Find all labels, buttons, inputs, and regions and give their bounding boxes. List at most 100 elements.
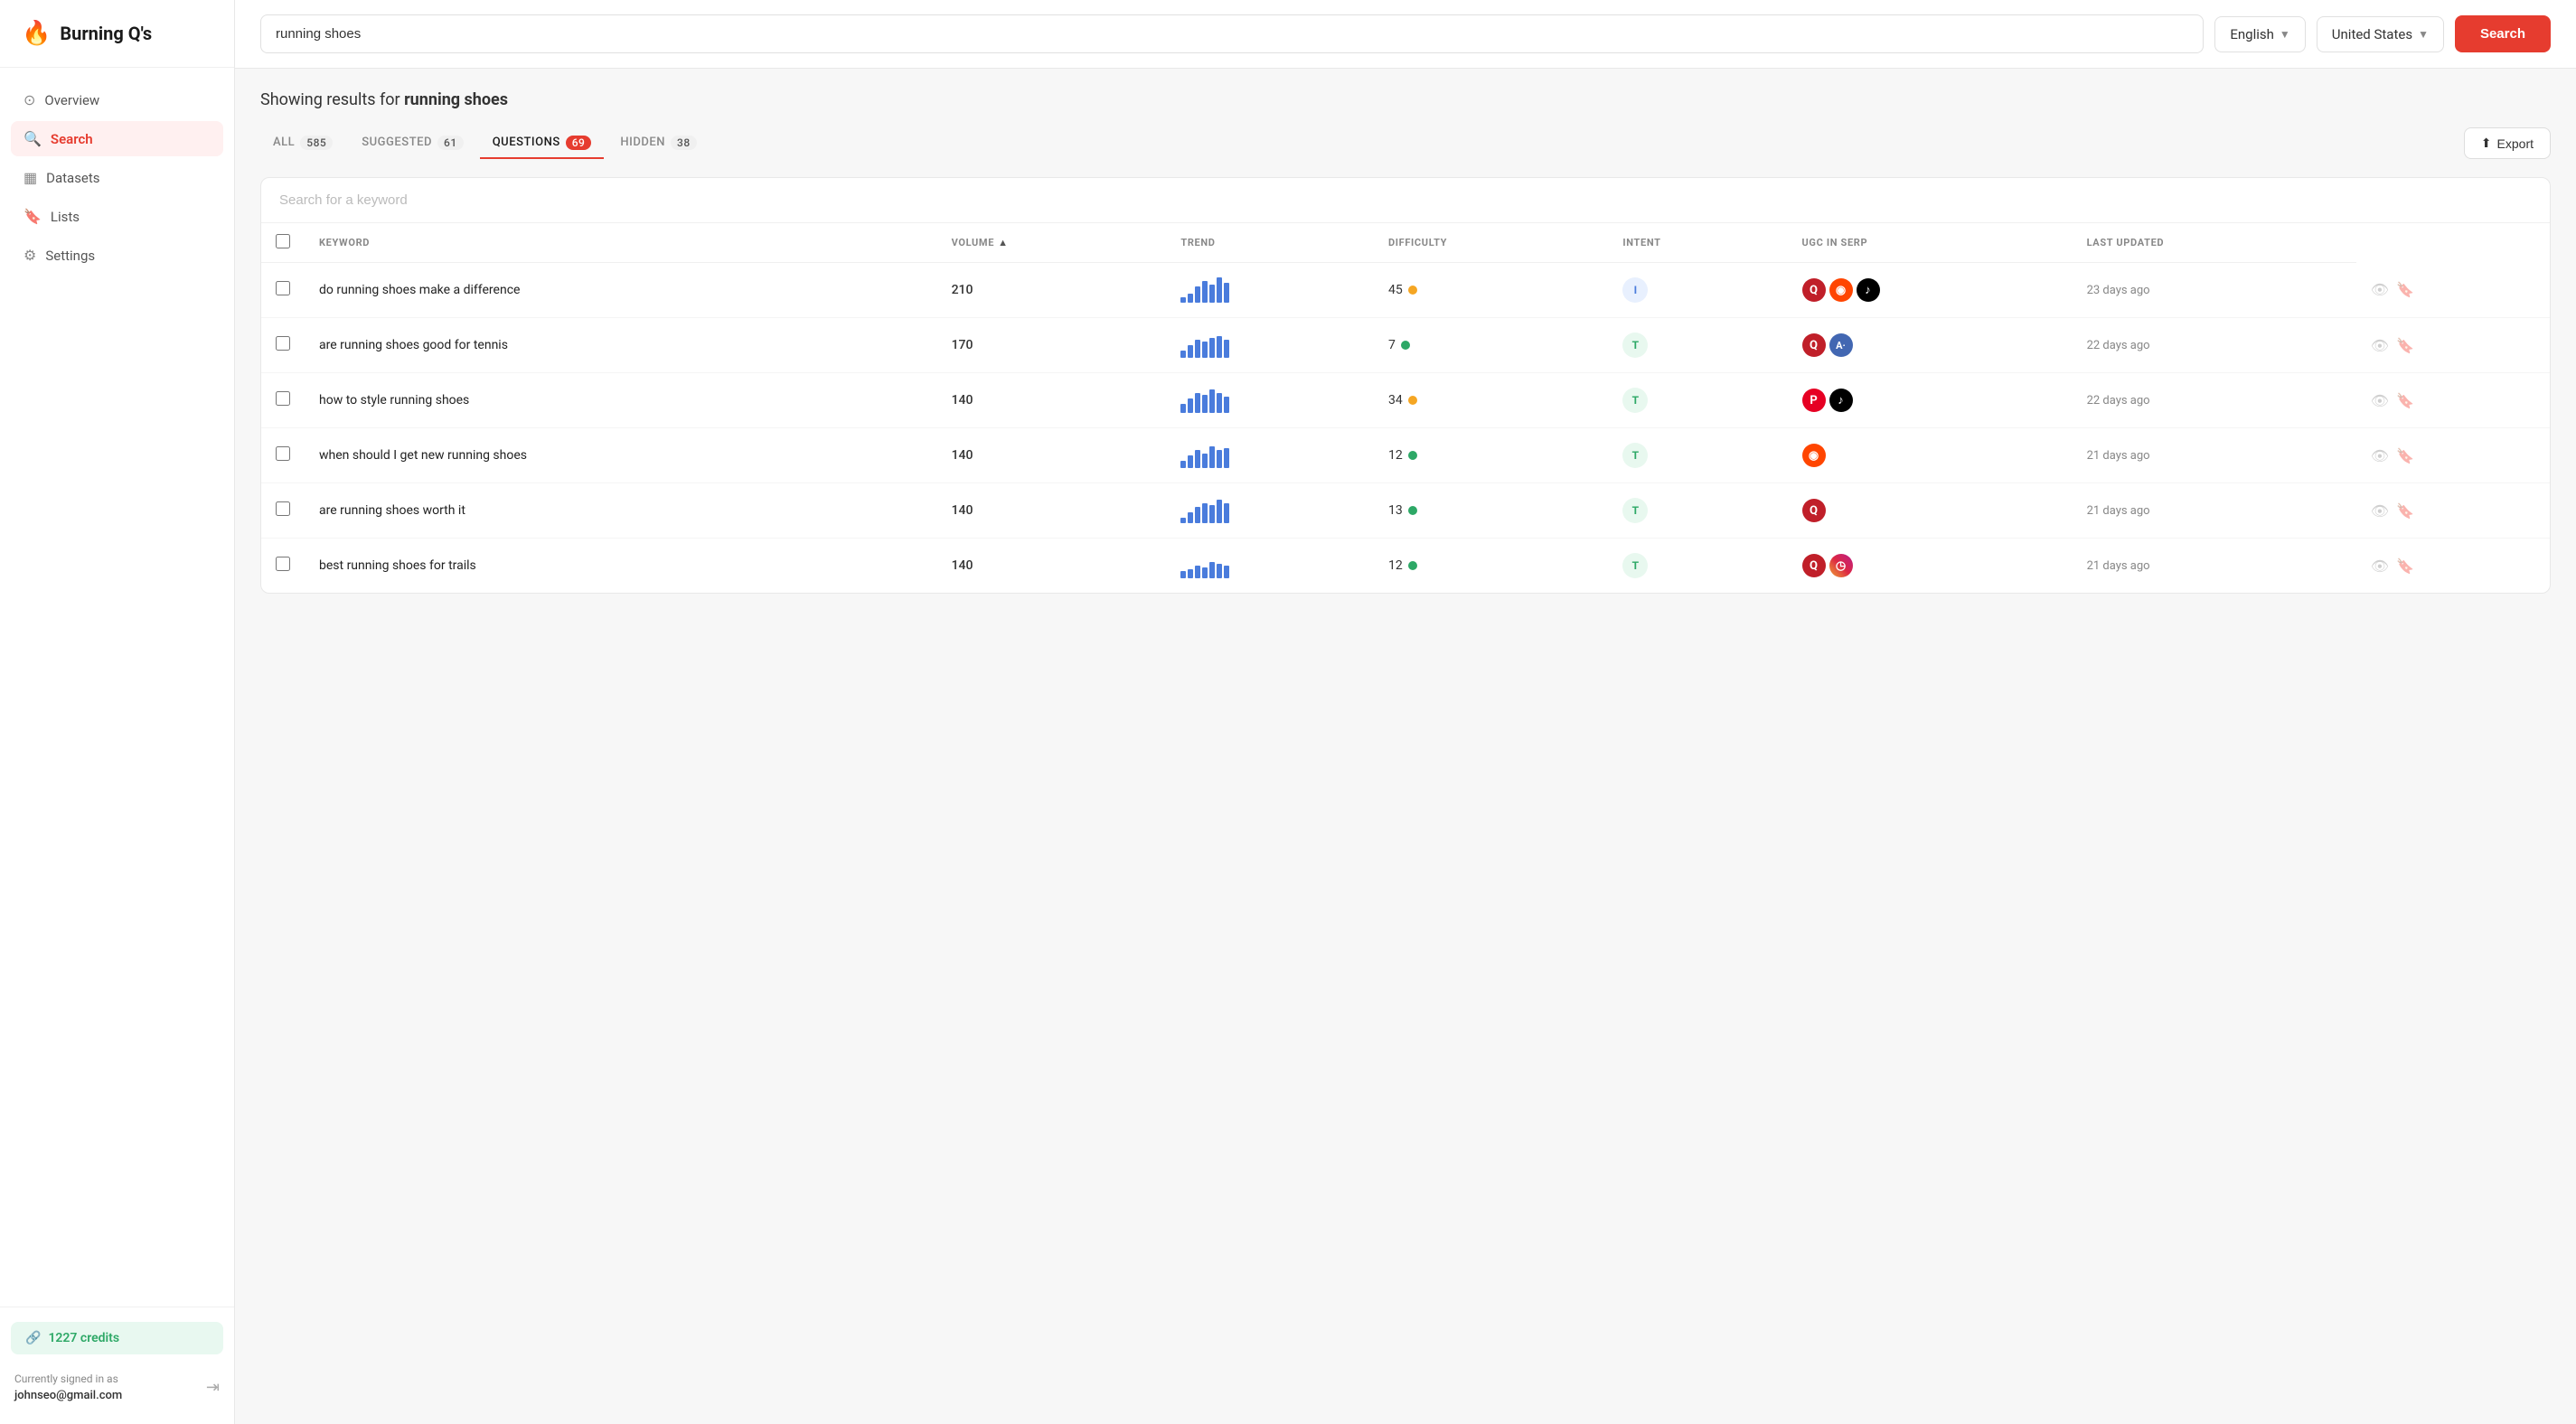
row-actions: 👁🔖 bbox=[2371, 392, 2535, 409]
difficulty-value: 34 bbox=[1388, 393, 1403, 408]
tab-count: 38 bbox=[671, 136, 697, 150]
volume-value: 140 bbox=[952, 448, 973, 463]
last-updated: 22 days ago bbox=[2087, 339, 2150, 352]
tab-all[interactable]: ALL585 bbox=[260, 128, 345, 159]
trend-bar bbox=[1180, 351, 1186, 358]
trend-bar bbox=[1202, 395, 1208, 413]
trend-bar bbox=[1217, 450, 1222, 468]
trend-bar bbox=[1188, 569, 1193, 578]
bookmark-icon[interactable]: 🔖 bbox=[2396, 447, 2414, 464]
difficulty-dot bbox=[1408, 561, 1417, 570]
difficulty-value: 13 bbox=[1388, 503, 1403, 518]
sort-arrow-icon: ▲ bbox=[998, 237, 1009, 248]
logout-icon[interactable]: ⇥ bbox=[206, 1378, 220, 1397]
export-label: Export bbox=[2497, 136, 2534, 151]
tab-label: QUESTIONS bbox=[493, 136, 560, 149]
language-selector[interactable]: English ▼ bbox=[2214, 16, 2305, 52]
trend-chart bbox=[1180, 498, 1359, 523]
keyword-search-row bbox=[261, 178, 2550, 223]
header-volume[interactable]: VOLUME▲ bbox=[937, 223, 1167, 263]
search-bar: English ▼ United States ▼ Search bbox=[235, 0, 2576, 69]
header-intent: INTENT bbox=[1608, 223, 1787, 263]
tab-count: 69 bbox=[566, 136, 592, 150]
hide-icon[interactable]: 👁 bbox=[2371, 502, 2389, 520]
sidebar-item-search[interactable]: 🔍Search bbox=[11, 121, 223, 156]
header-checkbox bbox=[261, 223, 305, 263]
search-button[interactable]: Search bbox=[2455, 15, 2551, 52]
bookmark-icon[interactable]: 🔖 bbox=[2396, 337, 2414, 354]
row-checkbox[interactable] bbox=[276, 446, 290, 461]
trend-bar bbox=[1180, 461, 1186, 468]
language-chevron-icon: ▼ bbox=[2280, 28, 2290, 41]
hide-icon[interactable]: 👁 bbox=[2371, 281, 2389, 298]
tab-hidden[interactable]: HIDDEN38 bbox=[607, 128, 709, 159]
sidebar-item-lists[interactable]: 🔖Lists bbox=[11, 199, 223, 234]
sidebar-item-datasets[interactable]: ▦Datasets bbox=[11, 160, 223, 195]
ugc-icon-reddit: ◉ bbox=[1802, 444, 1826, 467]
bookmark-icon[interactable]: 🔖 bbox=[2396, 281, 2414, 298]
hide-icon[interactable]: 👁 bbox=[2371, 447, 2389, 464]
select-all-checkbox[interactable] bbox=[276, 234, 290, 248]
last-updated: 21 days ago bbox=[2087, 504, 2150, 518]
difficulty-dot bbox=[1408, 506, 1417, 515]
trend-bar bbox=[1217, 564, 1222, 578]
trend-bar bbox=[1180, 571, 1186, 578]
table-row: how to style running shoes14034TP♪22 day… bbox=[261, 373, 2550, 428]
sidebar-item-settings[interactable]: ⚙Settings bbox=[11, 238, 223, 273]
credits-badge[interactable]: 🔗 1227 credits bbox=[11, 1322, 223, 1354]
row-checkbox[interactable] bbox=[276, 336, 290, 351]
main-content: English ▼ United States ▼ Search Showing… bbox=[235, 0, 2576, 1424]
difficulty-dot bbox=[1401, 341, 1410, 350]
language-value: English bbox=[2230, 26, 2274, 42]
hide-icon[interactable]: 👁 bbox=[2371, 392, 2389, 409]
trend-bar bbox=[1188, 398, 1193, 413]
row-checkbox[interactable] bbox=[276, 501, 290, 516]
tab-count: 585 bbox=[300, 136, 333, 150]
search-input-wrap bbox=[260, 14, 2204, 53]
export-button[interactable]: ⬆ Export bbox=[2464, 127, 2551, 159]
trend-bar bbox=[1209, 285, 1215, 303]
trend-bar bbox=[1202, 281, 1208, 303]
search-input[interactable] bbox=[260, 14, 2204, 53]
row-checkbox[interactable] bbox=[276, 557, 290, 571]
hide-icon[interactable]: 👁 bbox=[2371, 337, 2389, 354]
last-updated: 22 days ago bbox=[2087, 394, 2150, 408]
difficulty-cell: 13 bbox=[1388, 503, 1594, 518]
tabs-row: ALL585SUGGESTED61 QUESTIONS 69 HIDDEN38 ⬆ E… bbox=[260, 127, 2551, 159]
trend-bar bbox=[1224, 283, 1229, 303]
sidebar-item-label: Overview bbox=[44, 92, 99, 108]
keyword-text: how to style running shoes bbox=[319, 393, 469, 408]
keyword-text: are running shoes good for tennis bbox=[319, 338, 508, 352]
row-checkbox[interactable] bbox=[276, 391, 290, 406]
trend-bar bbox=[1224, 448, 1229, 468]
ugc-icon-tiktok: ♪ bbox=[1857, 278, 1880, 302]
header-ugc: UGC IN SERP bbox=[1788, 223, 2073, 263]
content-area: Showing results for running shoes ALL585… bbox=[235, 69, 2576, 1424]
row-actions: 👁🔖 bbox=[2371, 447, 2535, 464]
bookmark-icon[interactable]: 🔖 bbox=[2396, 502, 2414, 520]
ugc-icon-q: Q bbox=[1802, 554, 1826, 577]
bookmark-icon[interactable]: 🔖 bbox=[2396, 392, 2414, 409]
difficulty-value: 12 bbox=[1388, 448, 1403, 463]
row-checkbox[interactable] bbox=[276, 281, 290, 295]
search-icon: 🔍 bbox=[24, 130, 42, 147]
ugc-icons: Q◷ bbox=[1802, 554, 2058, 577]
header-row: KEYWORDVOLUME▲TRENDDIFFICULTYINTENTUGC I… bbox=[261, 223, 2550, 263]
volume-value: 140 bbox=[952, 393, 973, 408]
country-selector[interactable]: United States ▼ bbox=[2317, 16, 2444, 52]
volume-value: 140 bbox=[952, 503, 973, 518]
bookmark-icon[interactable]: 🔖 bbox=[2396, 557, 2414, 575]
trend-bar bbox=[1195, 507, 1200, 523]
trend-bar bbox=[1188, 294, 1193, 303]
keyword-filter-input[interactable] bbox=[279, 192, 2532, 208]
tab-suggested[interactable]: SUGGESTED61 bbox=[349, 128, 475, 159]
hide-icon[interactable]: 👁 bbox=[2371, 557, 2389, 575]
header-keyword: KEYWORD bbox=[305, 223, 937, 263]
sidebar-item-overview[interactable]: ⊙Overview bbox=[11, 82, 223, 117]
trend-bar bbox=[1195, 450, 1200, 468]
intent-badge: T bbox=[1622, 333, 1648, 358]
sidebar-footer: 🔗 1227 credits Currently signed in as jo… bbox=[0, 1307, 234, 1424]
tab-questions[interactable]: QUESTIONS 69 bbox=[480, 128, 605, 159]
ugc-icons: Q bbox=[1802, 499, 2058, 522]
signed-in-label: Currently signed in as bbox=[14, 1371, 122, 1387]
